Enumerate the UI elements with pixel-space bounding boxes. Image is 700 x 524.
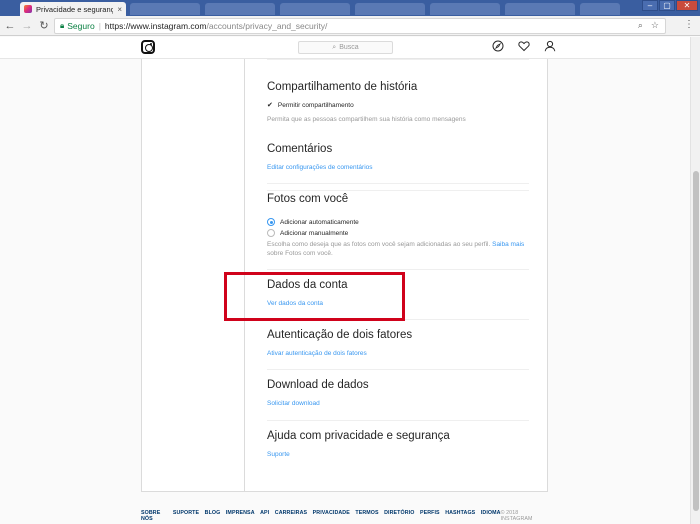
footer-link[interactable]: IDIOMA [481, 510, 501, 522]
description-text: sobre Fotos com você. [267, 250, 333, 257]
radio-add-manually[interactable]: Adicionar manualmente [267, 229, 529, 237]
section-title: Comentários [267, 143, 333, 155]
compass-icon[interactable] [492, 40, 504, 52]
copyright: © 2018 INSTAGRAM [500, 510, 533, 522]
section-ajuda: Ajuda com privacidade e segurança Suport… [267, 430, 529, 458]
radio-selected-icon [267, 218, 275, 226]
browser-menu-icon[interactable]: ⋮ [684, 19, 694, 30]
zoom-icon[interactable]: ⌕ [638, 20, 643, 31]
footer-link[interactable]: BLOG [205, 510, 221, 522]
section-fotos-com-voce: Fotos com você Adicionar automaticamente… [267, 193, 529, 258]
lock-icon: 🔒︎ [60, 21, 65, 30]
background-tab[interactable] [130, 3, 200, 15]
profile-icon[interactable] [544, 40, 556, 52]
scrollbar-thumb[interactable] [693, 171, 699, 511]
divider [267, 369, 529, 370]
footer-links: SOBRE NÓS SUPORTE BLOG IMPRENSA API CARR… [141, 510, 501, 522]
request-download-link[interactable]: Solicitar download [267, 400, 529, 407]
instagram-header: ⌕ Busca [0, 37, 690, 59]
divider [267, 420, 529, 421]
heart-icon[interactable] [518, 40, 530, 52]
footer-link[interactable]: API [260, 510, 269, 522]
section-description: Permita que as pessoas compartilhem sua … [267, 116, 466, 123]
browser-toolbar: ← → ↻ 🔒︎ Seguro | https://www.instagram.… [0, 16, 700, 36]
background-tab[interactable] [355, 3, 425, 15]
allow-sharing-checkbox[interactable]: ✔ Permitir compartilhamento [267, 101, 529, 110]
section-autenticacao: Autenticação de dois fatores Ativar aute… [267, 329, 529, 357]
radio-add-automatically[interactable]: Adicionar automaticamente [267, 218, 529, 226]
window-close-icon[interactable]: ✕ [676, 0, 698, 11]
url-host: https://www.instagram.com [104, 21, 207, 31]
footer: SOBRE NÓS SUPORTE BLOG IMPRENSA API CARR… [141, 510, 551, 522]
footer-link[interactable]: PRIVACIDADE [313, 510, 350, 522]
radio-label: Adicionar manualmente [280, 229, 349, 237]
divider [267, 59, 529, 60]
section-title: Download de dados [267, 379, 369, 391]
section-comentarios: Comentários Editar configurações de come… [267, 143, 529, 171]
background-tab[interactable] [280, 3, 350, 15]
reload-icon[interactable]: ↻ [37, 19, 51, 33]
maximize-icon[interactable]: ▢ [659, 0, 675, 11]
instagram-logo-icon[interactable] [141, 40, 155, 54]
footer-link[interactable]: CARREIRAS [275, 510, 307, 522]
description-text: Escolha como deseja que as fotos com voc… [267, 241, 491, 248]
section-title: Compartilhamento de história [267, 81, 418, 93]
footer-link[interactable]: PERFIS [420, 510, 440, 522]
divider [267, 183, 529, 184]
support-link[interactable]: Suporte [267, 451, 529, 458]
footer-link[interactable]: SUPORTE [173, 510, 199, 522]
footer-link[interactable]: DIRETÓRIO [384, 510, 414, 522]
forward-arrow-icon[interactable]: → [20, 19, 34, 33]
address-bar[interactable]: 🔒︎ Seguro | https://www.instagram.com /a… [54, 18, 666, 34]
search-input[interactable]: ⌕ Busca [298, 41, 393, 54]
footer-link[interactable]: SOBRE NÓS [141, 510, 167, 522]
url-path: /accounts/privacy_and_security/ [206, 21, 328, 31]
close-tab-icon[interactable]: × [117, 5, 122, 14]
radio-unselected-icon [267, 229, 275, 237]
instagram-nav [492, 40, 556, 52]
background-tab[interactable] [430, 3, 500, 15]
separator: | [98, 21, 101, 31]
edit-comments-link[interactable]: Editar configurações de comentários [267, 164, 529, 171]
highlight-annotation-box [224, 272, 405, 321]
page-scrollbar[interactable] [690, 37, 700, 524]
tab-title: Privacidade e segurança [36, 4, 114, 14]
bookmark-star-icon[interactable]: ☆ [651, 20, 659, 31]
search-icon: ⌕ [332, 43, 337, 51]
minimize-icon[interactable]: – [642, 0, 658, 11]
footer-link[interactable]: IMPRENSA [226, 510, 255, 522]
background-tab[interactable] [580, 3, 620, 15]
background-tab[interactable] [205, 3, 275, 15]
enable-2fa-link[interactable]: Ativar autenticação de dois fatores [267, 350, 529, 357]
radio-label: Adicionar automaticamente [280, 218, 359, 226]
background-tab[interactable] [505, 3, 575, 15]
section-title: Fotos com você [267, 193, 349, 205]
instagram-favicon-icon [24, 5, 32, 13]
divider [267, 269, 529, 270]
footer-link[interactable]: TERMOS [355, 510, 378, 522]
section-title: Autenticação de dois fatores [267, 329, 413, 341]
section-description: Escolha como deseja que as fotos com voc… [267, 240, 529, 258]
checkmark-icon: ✔ [267, 102, 273, 109]
search-placeholder: Busca [339, 44, 359, 51]
footer-link[interactable]: HASHTAGS [445, 510, 475, 522]
section-download-dados: Download de dados Solicitar download [267, 379, 529, 407]
divider [267, 190, 529, 191]
checkbox-label: Permitir compartilhamento [277, 101, 354, 109]
window-controls: – ▢ ✕ [642, 0, 698, 11]
back-arrow-icon[interactable]: ← [3, 19, 17, 33]
tab-privacidade[interactable]: Privacidade e segurança × [20, 2, 126, 16]
browser-tabstrip: Privacidade e segurança × – ▢ ✕ [0, 0, 700, 16]
learn-more-link[interactable]: Saiba mais [492, 241, 524, 248]
secure-label: Seguro [67, 21, 95, 31]
section-title: Ajuda com privacidade e segurança [267, 430, 450, 442]
section-compartilhamento-historia: Compartilhamento de história ✔ Permitir … [267, 81, 529, 124]
omnibox-actions: ⌕ ☆ [638, 20, 659, 31]
